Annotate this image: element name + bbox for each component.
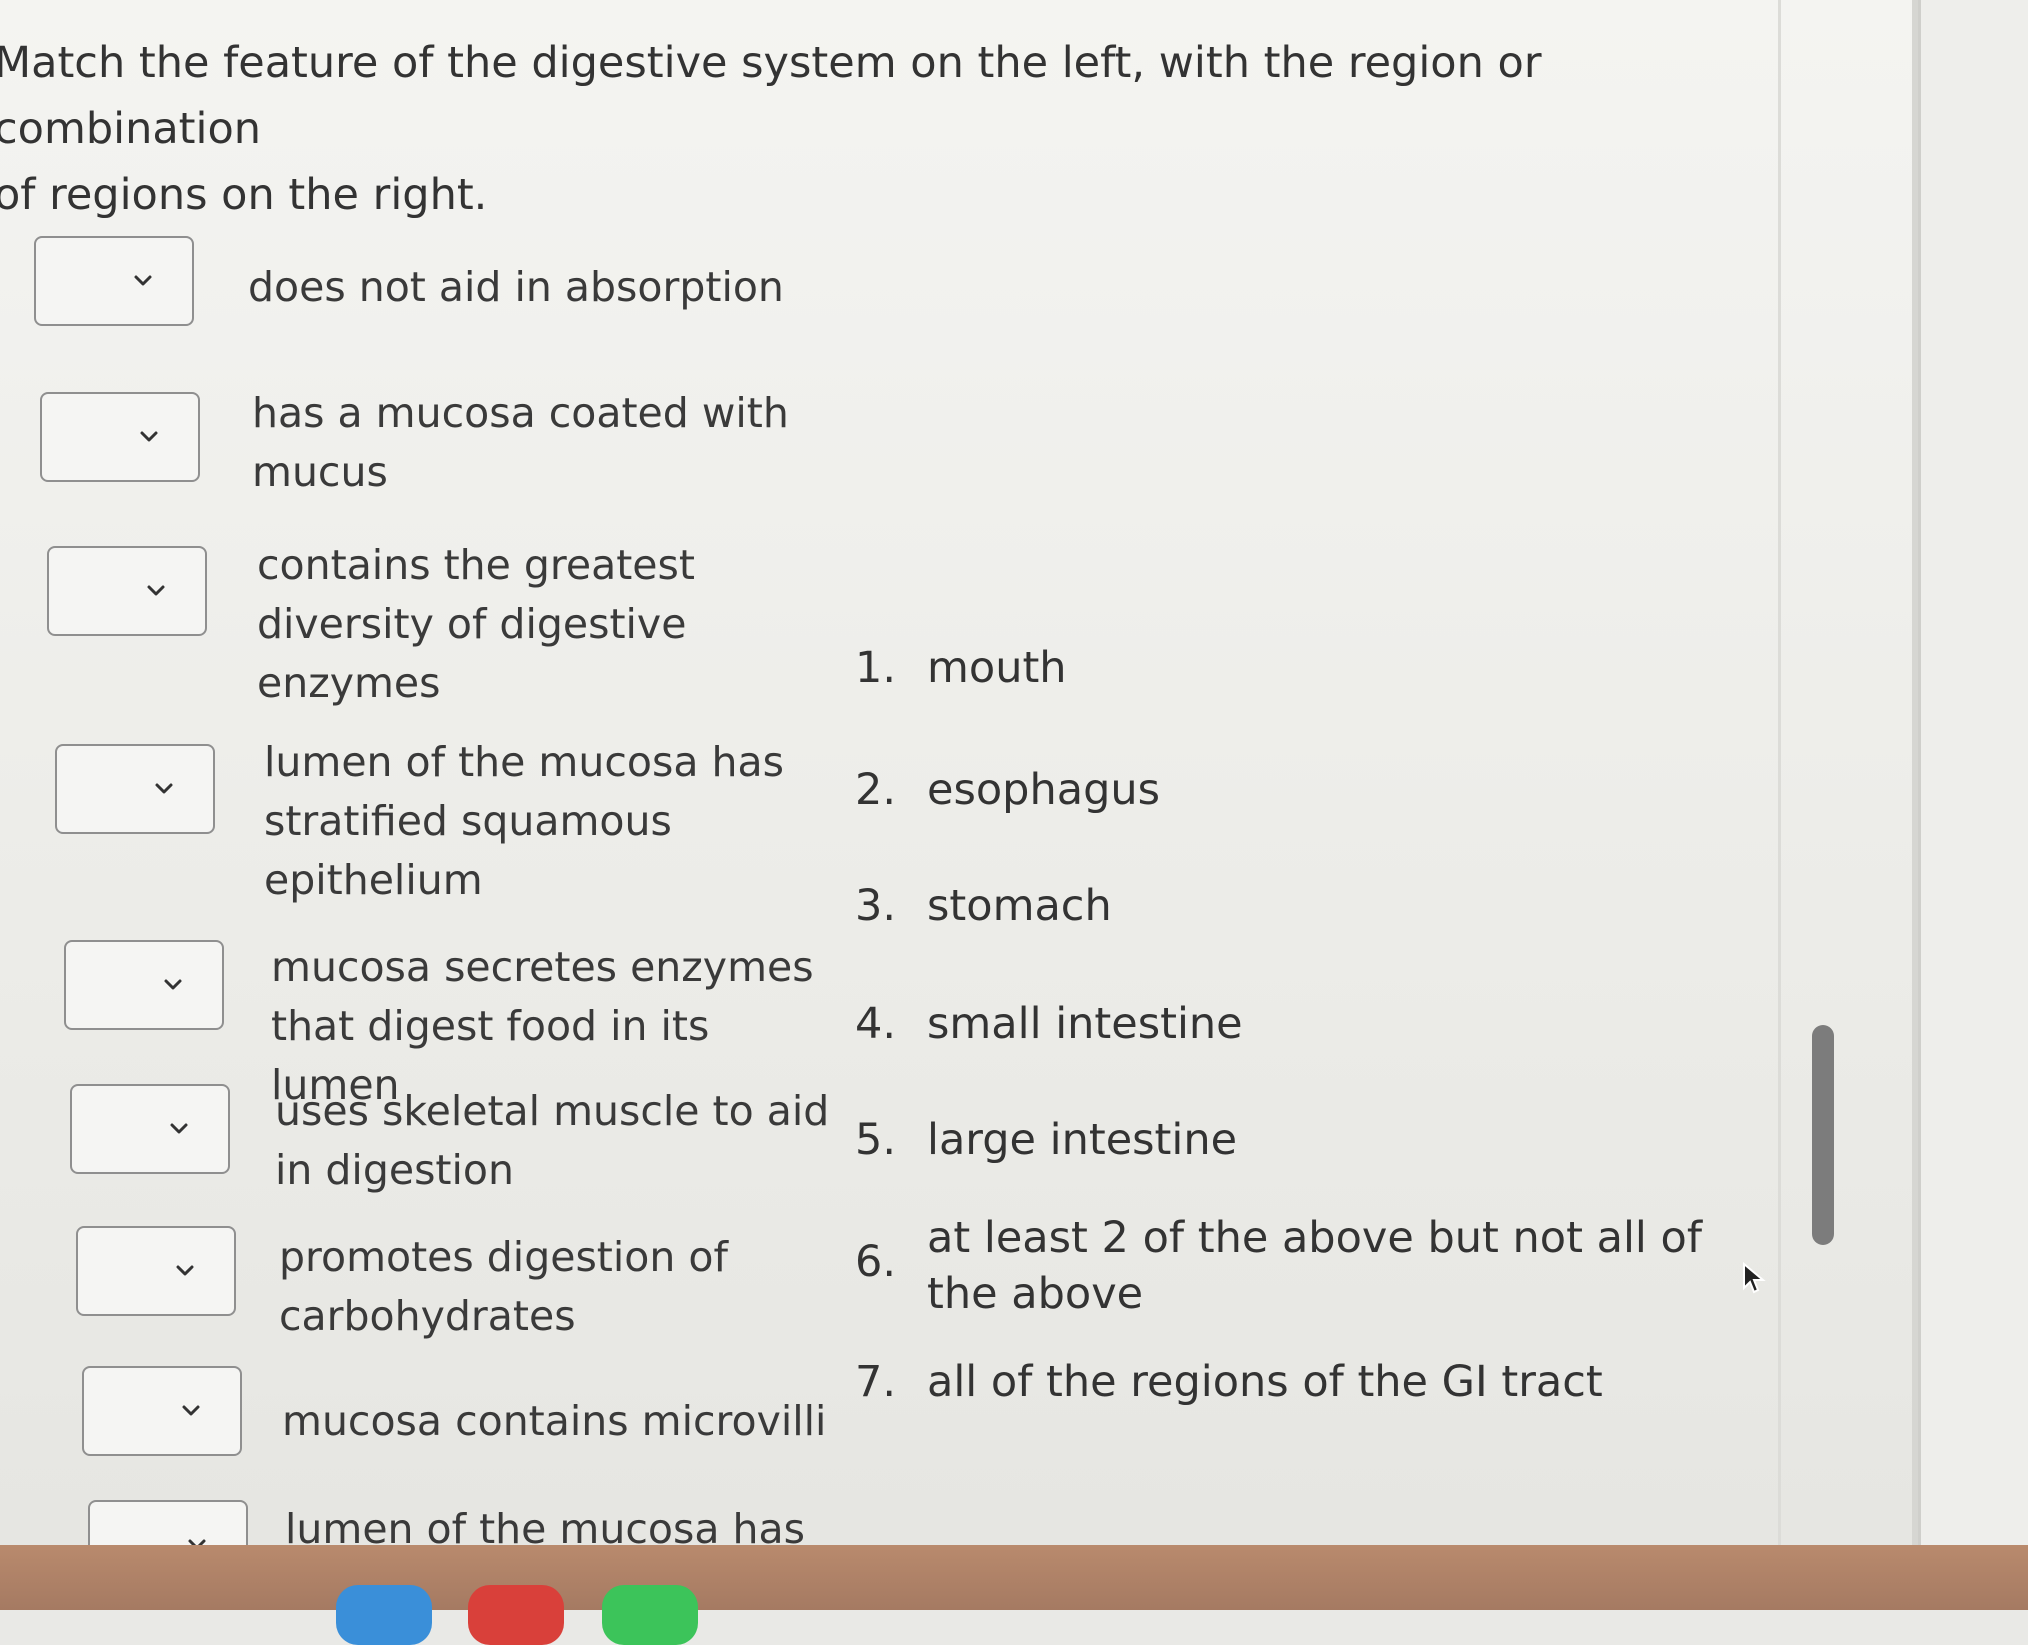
feature-text-line: does not aid in absorption (248, 263, 784, 311)
option-label-line: mouth (927, 643, 1067, 693)
feature-text-line: lumen of the mucosa has (264, 738, 784, 786)
feature-text-line: has a mucosa coated with (252, 389, 789, 437)
option-number: 6. (855, 1237, 897, 1287)
answer-dropdown[interactable] (40, 392, 200, 482)
feature-text: does not aid in absorption (248, 258, 808, 317)
dock-app-icon-red[interactable] (468, 1585, 564, 1645)
option-label-line: stomach (927, 881, 1112, 931)
prompt-line-2: of regions on the right. (0, 170, 488, 220)
answer-dropdown[interactable] (55, 744, 215, 834)
feature-text: mucosa contains microvilli (282, 1392, 842, 1451)
option-label-line: at least 2 of the above but not all of (927, 1213, 1702, 1263)
option-label-line: small intestine (927, 999, 1243, 1049)
feature-text: lumen of the mucosa has stratified squamo… (264, 733, 824, 910)
feature-text-line: diversity of digestive (257, 600, 687, 648)
answer-dropdown[interactable] (64, 940, 224, 1030)
option-number: 7. (855, 1357, 897, 1407)
dock-app-icon-blue[interactable] (336, 1585, 432, 1645)
chevron-down-icon (147, 585, 165, 596)
answer-dropdown[interactable] (82, 1366, 242, 1456)
feature-text-line: carbohydrates (279, 1292, 576, 1340)
option-number: 1. (855, 643, 897, 693)
feature-text: promotes digestion of carbohydrates (279, 1228, 839, 1346)
option-number: 4. (855, 999, 897, 1049)
feature-text-line: uses skeletal muscle to aid (275, 1087, 830, 1135)
feature-text-line: contains the greatest (257, 541, 695, 589)
question-prompt: Match the feature of the digestive syste… (0, 30, 1734, 228)
option-number: 3. (855, 881, 897, 931)
feature-text-line: mucus (252, 448, 388, 496)
right-margin-panel (1918, 0, 2028, 1545)
mouse-pointer-icon (1743, 1262, 1766, 1294)
option-label-line: large intestine (927, 1115, 1238, 1165)
dock-bar (0, 1545, 2028, 1645)
chevron-down-icon (164, 979, 182, 990)
feature-text-line: stratified squamous (264, 797, 672, 845)
quiz-page: Match the feature of the digestive syste… (0, 0, 1915, 1590)
chevron-down-icon (140, 431, 158, 442)
option-number: 2. (855, 765, 897, 815)
feature-text-line: mucosa contains microvilli (282, 1397, 827, 1445)
option-label: all of the regions of the GI tract (927, 1354, 1727, 1410)
chevron-down-icon (170, 1123, 188, 1134)
option-label: at least 2 of the above but not all of th… (927, 1210, 1727, 1322)
answer-dropdown[interactable] (70, 1084, 230, 1174)
option-label-line: all of the regions of the GI tract (927, 1357, 1603, 1407)
answer-dropdown[interactable] (34, 236, 194, 326)
option-label: mouth (927, 640, 1727, 696)
feature-text-line: epithelium (264, 856, 483, 904)
option-label: esophagus (927, 762, 1727, 818)
feature-text: contains the greatest diversity of digest… (257, 536, 817, 713)
option-label: large intestine (927, 1112, 1727, 1168)
feature-text: uses skeletal muscle to aid in digestion (275, 1082, 835, 1200)
chevron-down-icon (182, 1405, 200, 1416)
option-label-line: esophagus (927, 765, 1161, 815)
content-divider (1778, 0, 1781, 1545)
chevron-down-icon (155, 783, 173, 794)
feature-text-line: enzymes (257, 659, 441, 707)
chevron-down-icon (134, 275, 152, 286)
answer-dropdown[interactable] (47, 546, 207, 636)
answer-dropdown[interactable] (76, 1226, 236, 1316)
option-label-line: the above (927, 1269, 1144, 1319)
feature-text-line: in digestion (275, 1146, 514, 1194)
scrollbar-thumb[interactable] (1812, 1025, 1834, 1245)
option-label: stomach (927, 878, 1727, 934)
feature-text-line: mucosa secretes enzymes (271, 943, 814, 991)
prompt-line-1: Match the feature of the digestive syste… (0, 38, 1542, 154)
chevron-down-icon (176, 1265, 194, 1276)
feature-text-line: promotes digestion of (279, 1233, 728, 1281)
option-number: 5. (855, 1115, 897, 1165)
option-label: small intestine (927, 996, 1727, 1052)
dock-app-icon-green[interactable] (602, 1585, 698, 1645)
feature-text: has a mucosa coated with mucus (252, 384, 812, 502)
